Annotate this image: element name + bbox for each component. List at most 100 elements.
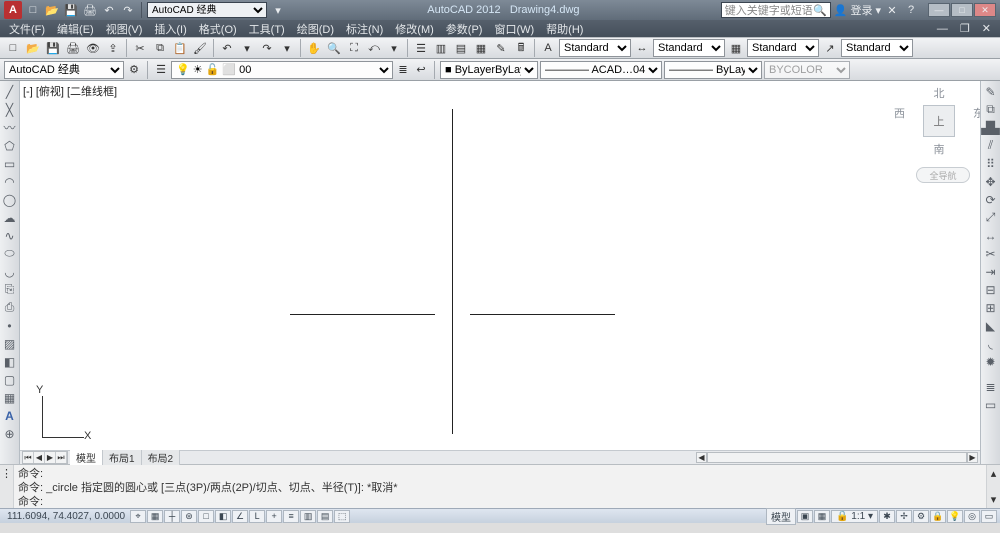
viewcube-east[interactable]: 东: [973, 105, 980, 137]
print-icon[interactable]: 🖨: [82, 2, 98, 18]
add-selected-icon[interactable]: ⊕: [1, 425, 18, 442]
otrack-toggle[interactable]: ∠: [232, 510, 248, 523]
dim-style-combo[interactable]: ↔ Standard: [633, 39, 725, 57]
command-handle-icon[interactable]: ⋮: [0, 465, 14, 508]
properties-icon[interactable]: ☰: [412, 39, 430, 57]
toolbar-lock-icon[interactable]: 🔒: [930, 510, 946, 523]
minimize-button[interactable]: —: [928, 3, 950, 17]
hscroll[interactable]: ◀ ▶: [696, 452, 978, 463]
app-menu-button[interactable]: A: [4, 1, 22, 19]
ellipse-arc-icon[interactable]: ◡: [1, 263, 18, 280]
rectangle-icon[interactable]: ▭: [1, 155, 18, 172]
close-button[interactable]: ✕: [974, 3, 996, 17]
mirror-icon[interactable]: ▟▙: [982, 119, 999, 136]
pline-icon[interactable]: 〰: [1, 119, 18, 136]
menu-tools[interactable]: 工具(T): [244, 21, 290, 37]
quickview-layouts-icon[interactable]: ▣: [797, 510, 813, 523]
workspace-quick-select[interactable]: AutoCAD 经典: [147, 2, 267, 18]
draworder-icon[interactable]: ≣: [982, 378, 999, 395]
design-center-icon[interactable]: ▥: [432, 39, 450, 57]
sheet-set-icon[interactable]: ▦: [472, 39, 490, 57]
3dosnap-toggle[interactable]: ◧: [215, 510, 231, 523]
drawing-area[interactable]: [-] [俯视] [二维线框] Y X 北 西 上 东 南 全导航: [20, 81, 980, 464]
menu-draw[interactable]: 绘图(D): [292, 21, 339, 37]
maximize-button[interactable]: □: [951, 3, 973, 17]
ws-switch-icon[interactable]: ⚙: [913, 510, 929, 523]
zoom-rt-icon[interactable]: 🔍: [325, 39, 343, 57]
qp-toggle[interactable]: ▤: [317, 510, 333, 523]
viewcube-west[interactable]: 西: [894, 105, 905, 137]
move-icon[interactable]: ✥: [982, 173, 999, 190]
exchange-icon[interactable]: ✕: [884, 2, 900, 18]
infocenter-search[interactable]: 键入关键字或短语 🔍: [721, 2, 831, 18]
new-icon[interactable]: □: [4, 39, 22, 57]
xline-icon[interactable]: ╳: [1, 101, 18, 118]
revcloud-icon[interactable]: ☁: [1, 209, 18, 226]
publish-icon[interactable]: ⇪: [104, 39, 122, 57]
save-icon[interactable]: 💾: [44, 39, 62, 57]
circle-icon[interactable]: ◯: [1, 191, 18, 208]
doc-minimize-button[interactable]: —: [932, 23, 953, 35]
menu-window[interactable]: 窗口(W): [489, 21, 539, 37]
sc-toggle[interactable]: ⬚: [334, 510, 350, 523]
snap-toggle[interactable]: ⌖: [130, 510, 146, 523]
redo-dd-icon[interactable]: ▾: [278, 39, 296, 57]
scale-icon[interactable]: ⤢: [982, 209, 999, 226]
paste-icon[interactable]: 📋: [171, 39, 189, 57]
menu-insert[interactable]: 插入(I): [149, 21, 191, 37]
mtext-icon[interactable]: A: [1, 407, 18, 424]
coordinates[interactable]: 111.6094, 74.4027, 0.0000: [3, 511, 129, 522]
qat-dropdown-icon[interactable]: ▾: [270, 2, 286, 18]
spline-icon[interactable]: ∿: [1, 227, 18, 244]
tpy-toggle[interactable]: ▥: [300, 510, 316, 523]
offset-icon[interactable]: ⫽: [982, 137, 999, 154]
signin-area[interactable]: 👤 登录 ▾: [834, 2, 881, 18]
open-icon[interactable]: 📂: [44, 2, 60, 18]
tab-first-icon[interactable]: ⏮: [23, 452, 34, 463]
zoom-prev-icon[interactable]: ⤺: [365, 39, 383, 57]
hscroll-right-icon[interactable]: ▶: [967, 452, 978, 463]
isolate-icon[interactable]: ◎: [964, 510, 980, 523]
scroll-down-icon[interactable]: ▾: [991, 493, 997, 506]
erase-icon[interactable]: ✎: [982, 83, 999, 100]
viewcube-south[interactable]: 南: [934, 141, 945, 157]
arc-icon[interactable]: ◠: [1, 173, 18, 190]
workspace-settings-icon[interactable]: ⚙: [126, 62, 142, 78]
search-icon[interactable]: 🔍: [813, 4, 827, 17]
table-icon[interactable]: ▦: [1, 389, 18, 406]
new-icon[interactable]: □: [25, 2, 41, 18]
steering-wheel[interactable]: 全导航: [916, 167, 970, 183]
markup-icon[interactable]: ✎: [492, 39, 510, 57]
tab-model[interactable]: 模型: [70, 450, 103, 465]
select-icon[interactable]: ▭: [982, 396, 999, 413]
zoom-window-icon[interactable]: ⛶: [345, 39, 363, 57]
menu-param[interactable]: 参数(P): [441, 21, 488, 37]
doc-close-button[interactable]: ✕: [977, 22, 996, 35]
make-block-icon[interactable]: ⎙: [1, 299, 18, 316]
redo-icon[interactable]: ↷: [120, 2, 136, 18]
command-scrollbar[interactable]: ▴ ▾: [986, 465, 1000, 508]
workspace-select[interactable]: AutoCAD 经典: [4, 61, 124, 79]
tab-prev-icon[interactable]: ◀: [34, 452, 45, 463]
viewport-label[interactable]: [-] [俯视] [二维线框]: [23, 83, 117, 99]
clean-screen-icon[interactable]: ▭: [981, 510, 997, 523]
tab-next-icon[interactable]: ▶: [45, 452, 56, 463]
menu-modify[interactable]: 修改(M): [390, 21, 439, 37]
menu-file[interactable]: 文件(F): [4, 21, 50, 37]
chamfer-icon[interactable]: ◣: [982, 317, 999, 334]
point-icon[interactable]: •: [1, 317, 18, 334]
polygon-icon[interactable]: ⬠: [1, 137, 18, 154]
ortho-toggle[interactable]: ┼: [164, 510, 180, 523]
undo-dd-icon[interactable]: ▾: [238, 39, 256, 57]
insert-block-icon[interactable]: ⎘: [1, 281, 18, 298]
break-icon[interactable]: ⊟: [982, 281, 999, 298]
command-window[interactable]: ⋮ 命令: 命令: _circle 指定圆的圆心或 [三点(3P)/两点(2P)…: [0, 464, 1000, 508]
join-icon[interactable]: ⊞: [982, 299, 999, 316]
array-icon[interactable]: ⠿: [982, 155, 999, 172]
quickview-drawings-icon[interactable]: ▦: [814, 510, 830, 523]
rotate-icon[interactable]: ⟳: [982, 191, 999, 208]
print-icon[interactable]: 🖨: [64, 39, 82, 57]
view-cube[interactable]: 北 西 上 东 南: [904, 85, 974, 175]
modelspace-button[interactable]: 模型: [766, 508, 796, 525]
hardware-accel-icon[interactable]: 💡: [947, 510, 963, 523]
